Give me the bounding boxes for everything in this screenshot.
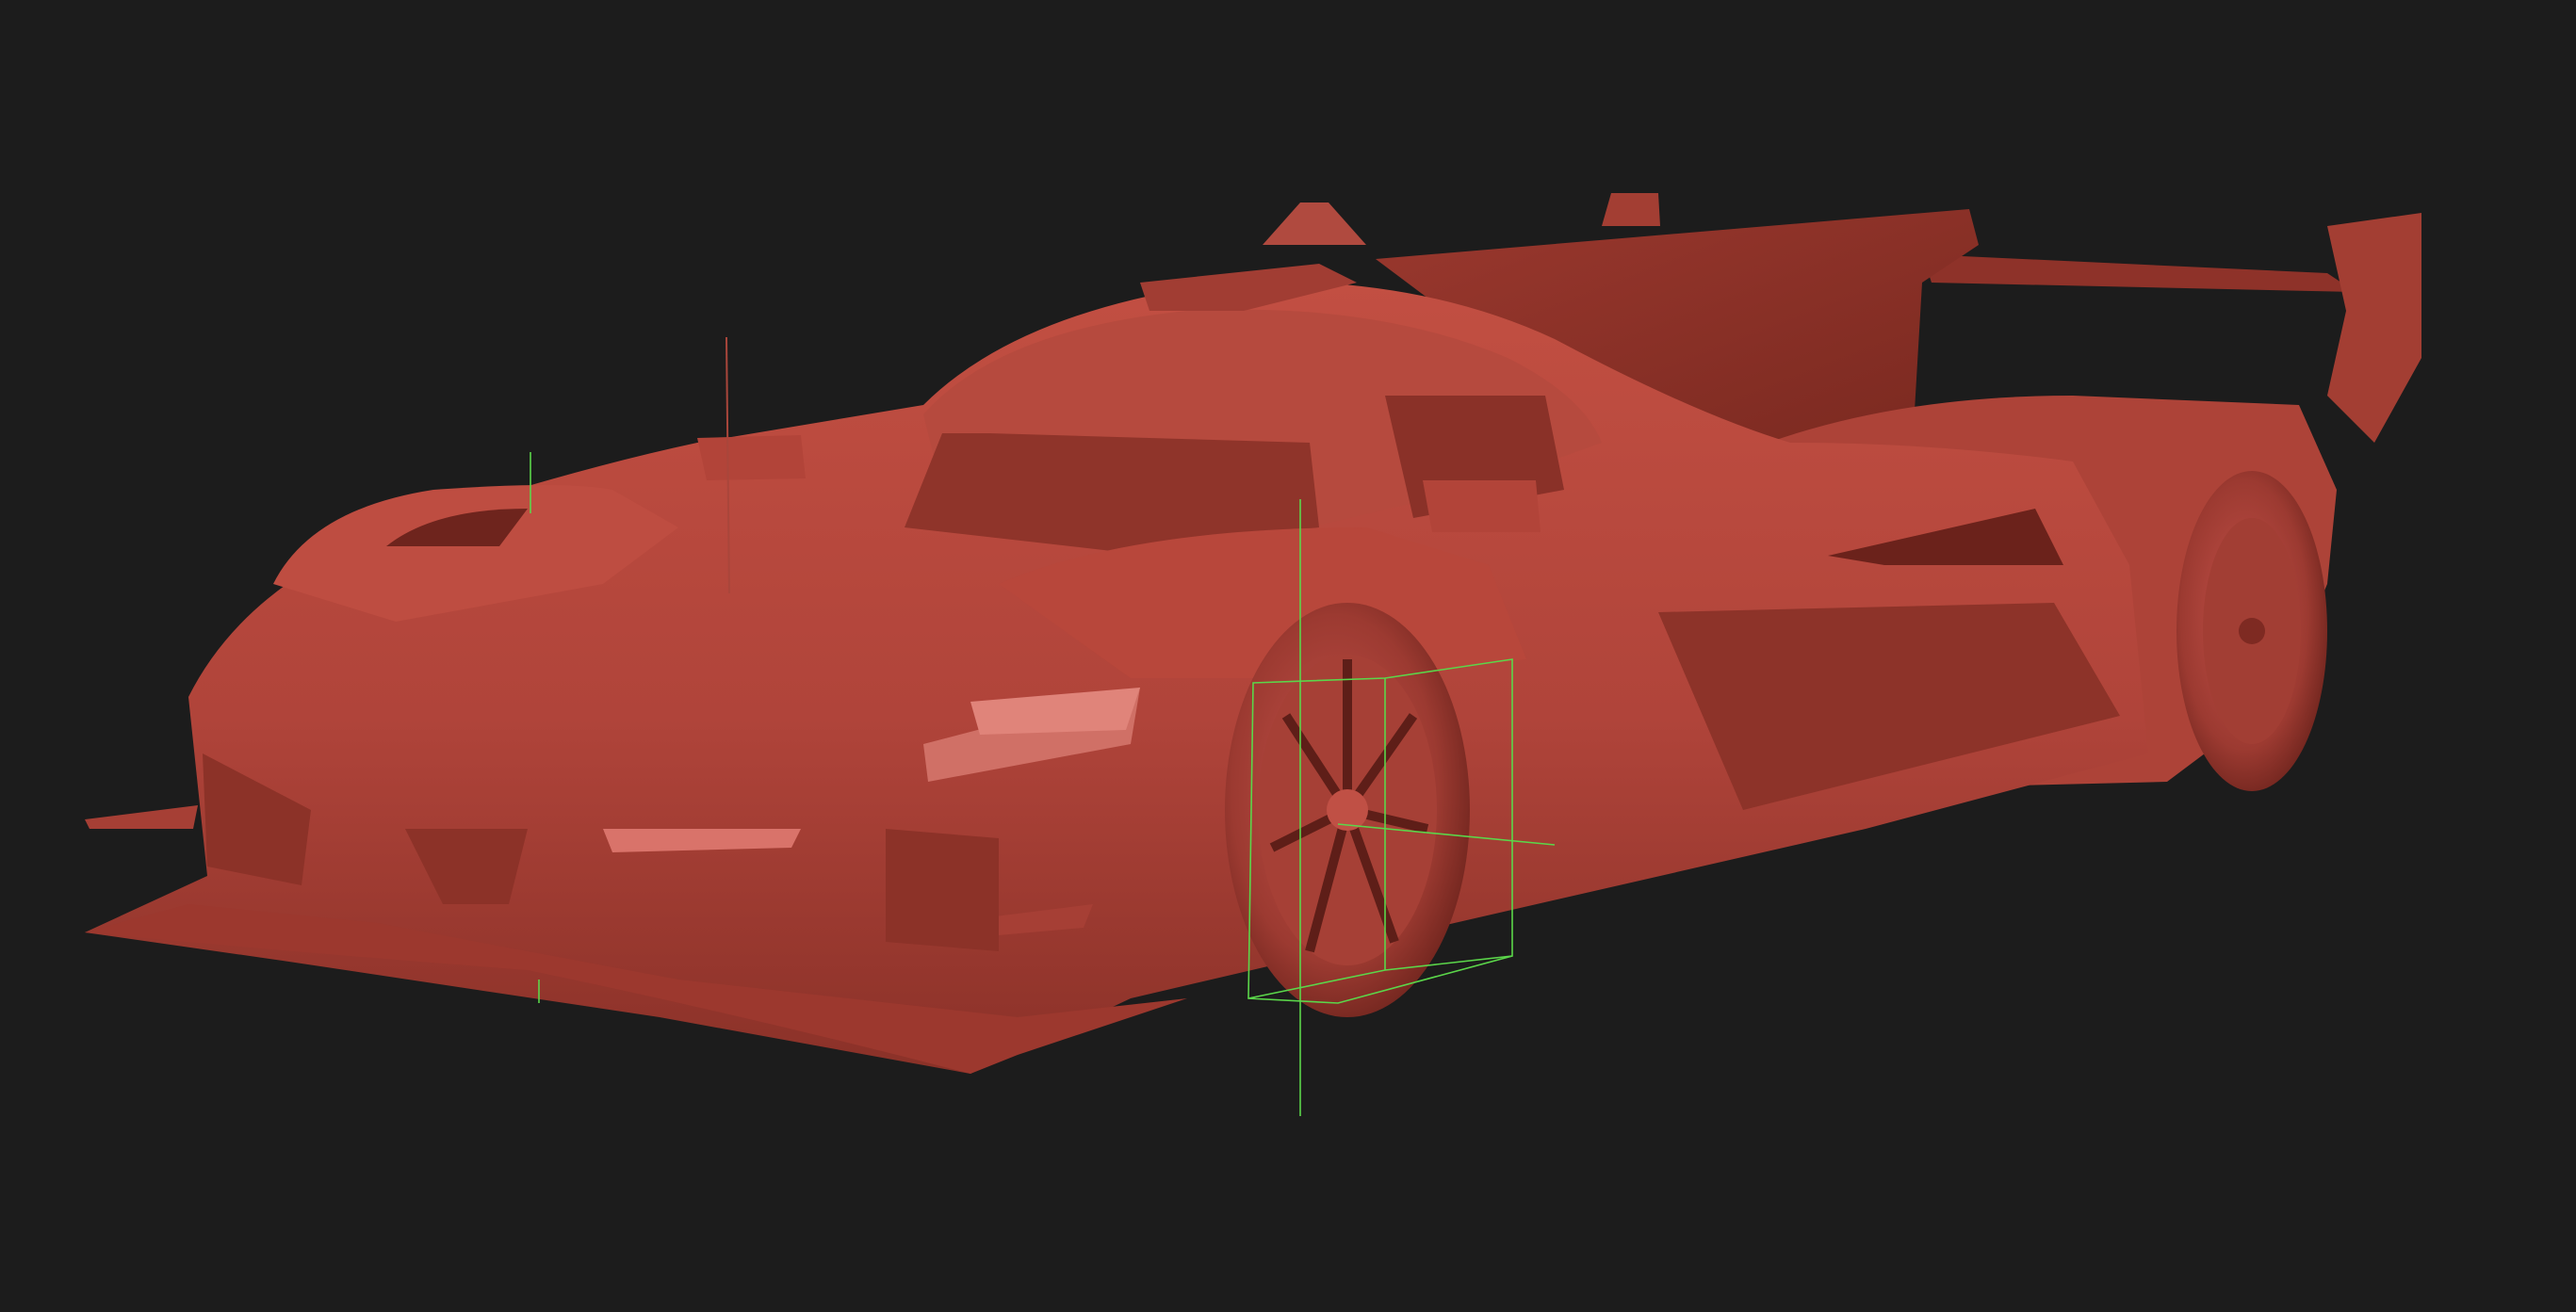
3d-viewport[interactable] (0, 0, 2576, 1312)
canard-left[interactable] (85, 805, 198, 829)
viewport-canvas[interactable] (0, 0, 2576, 1312)
left-mirror[interactable] (697, 435, 806, 480)
rear-wing[interactable] (1922, 254, 2356, 292)
rear-wing-endplate[interactable] (2327, 213, 2421, 443)
right-mirror[interactable] (1423, 480, 1541, 532)
fin-tab[interactable] (1602, 193, 1660, 226)
right-intake (886, 829, 999, 951)
race-car-model[interactable] (85, 193, 2421, 1074)
camera-pod[interactable] (1263, 202, 1366, 245)
rear-wheel-hub (2239, 618, 2265, 644)
